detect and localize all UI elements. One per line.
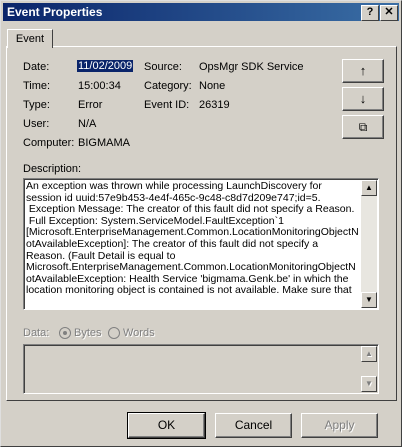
words-radio[interactable]: [108, 327, 120, 339]
data-label: Data:: [23, 327, 50, 339]
description-text[interactable]: An exception was thrown while processing…: [26, 181, 358, 307]
next-event-button[interactable]: ↓: [342, 87, 384, 111]
bytes-radio[interactable]: [59, 327, 71, 339]
data-scroll-up-arrow-icon[interactable]: ▲: [361, 346, 377, 362]
type-value: Error: [78, 99, 103, 111]
bytes-radio-label: Bytes: [74, 327, 102, 339]
help-button[interactable]: ?: [361, 5, 379, 21]
computer-value: BIGMAMA: [78, 137, 130, 149]
type-label: Type:: [23, 99, 50, 111]
date-label: Date:: [23, 61, 50, 73]
time-value: 15:00:34: [78, 80, 121, 92]
data-scrollbar[interactable]: ▲ ▼: [361, 346, 377, 392]
time-label: Time:: [23, 80, 51, 92]
description-scrollbar[interactable]: ▲ ▼: [361, 180, 377, 308]
arrow-down-icon: ↓: [359, 91, 367, 106]
data-box[interactable]: ▲ ▼: [23, 344, 379, 394]
category-value: None: [199, 80, 226, 92]
ok-button[interactable]: OK: [127, 412, 206, 439]
event-properties-window: Event Properties ? ✕ Event Date: 11/02/2…: [0, 0, 402, 447]
computer-label: Computer:: [23, 137, 75, 149]
copy-icon: ⧉: [358, 120, 368, 134]
date-value[interactable]: 11/02/2009: [77, 60, 134, 72]
title-bar[interactable]: Event Properties ? ✕: [3, 3, 399, 21]
source-value: OpsMgr SDK Service: [199, 61, 304, 73]
arrow-up-icon: ↑: [359, 63, 367, 78]
event-id-value: 26319: [199, 99, 230, 111]
window-title: Event Properties: [7, 5, 103, 19]
event-id-label: Event ID:: [144, 99, 190, 111]
copy-button[interactable]: ⧉: [342, 115, 384, 139]
scroll-up-arrow-icon[interactable]: ▲: [361, 180, 377, 196]
user-label: User:: [23, 118, 50, 130]
data-scroll-down-arrow-icon[interactable]: ▼: [361, 376, 377, 392]
description-box[interactable]: An exception was thrown while processing…: [23, 178, 379, 310]
cancel-button[interactable]: Cancel: [215, 413, 292, 438]
close-button[interactable]: ✕: [380, 5, 398, 21]
source-label: Source:: [144, 61, 182, 73]
scroll-down-arrow-icon[interactable]: ▼: [361, 292, 377, 308]
apply-button[interactable]: Apply: [301, 413, 378, 438]
description-label: Description:: [23, 163, 82, 175]
tab-event[interactable]: Event: [7, 29, 53, 48]
words-radio-label: Words: [123, 327, 155, 339]
previous-event-button[interactable]: ↑: [342, 59, 384, 83]
user-value: N/A: [78, 118, 97, 130]
category-label: Category:: [144, 80, 192, 92]
event-tab-panel: Date: 11/02/2009 Time: 15:00:34 Type: Er…: [6, 46, 397, 401]
